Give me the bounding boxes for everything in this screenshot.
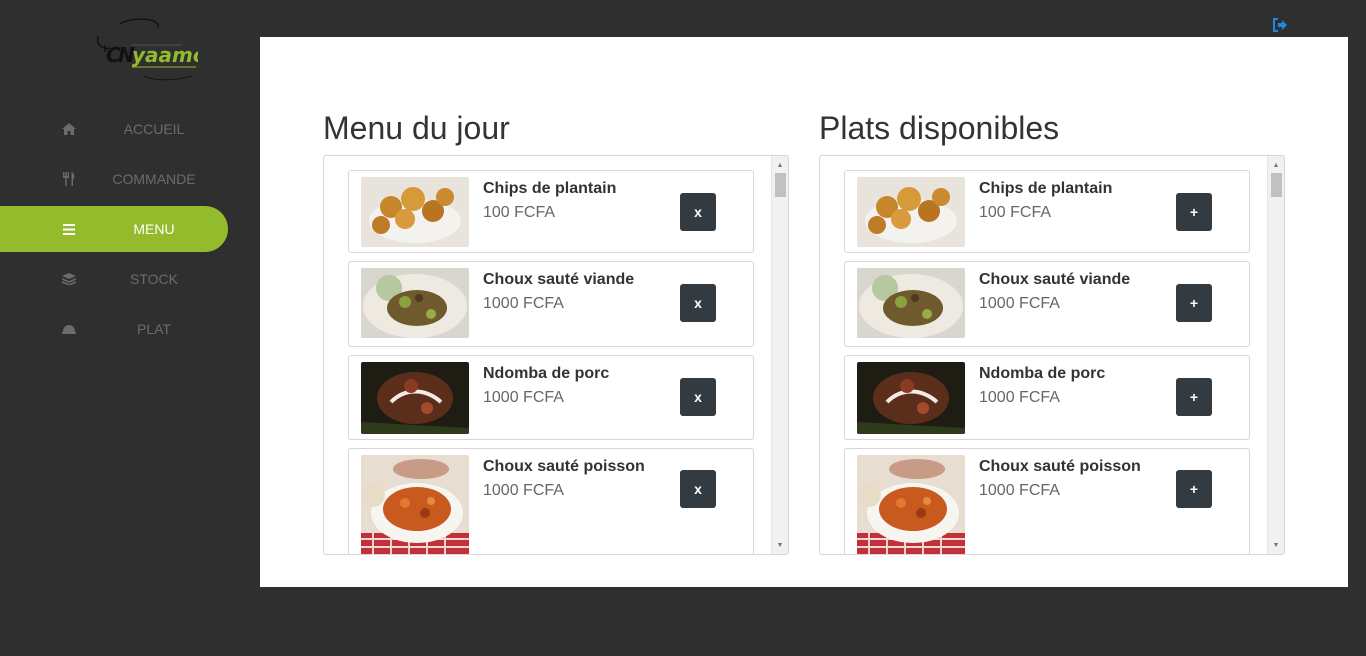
sidebar-item-plat[interactable]: PLAT xyxy=(0,306,228,352)
menu-du-jour-list-box[interactable]: Chips de plantain 100 FCFA x Choux sauté… xyxy=(323,155,789,555)
scroll-down-arrow-icon[interactable]: ▼ xyxy=(772,538,788,552)
dish-price: 1000 FCFA xyxy=(483,295,564,312)
section-title: Menu du jour xyxy=(323,110,510,146)
plats-disponibles-section: Plats disponibles Chips de plantain 100 … xyxy=(819,109,1285,555)
sidebar-item-stock[interactable]: STOCK xyxy=(0,256,228,302)
section-title: Plats disponibles xyxy=(819,110,1060,146)
dish-price: 1000 FCFA xyxy=(979,295,1060,312)
remove-dish-button[interactable]: x xyxy=(680,193,716,231)
dish-price: 1000 FCFA xyxy=(483,389,564,406)
sidebar-item-accueil[interactable]: ACCUEIL xyxy=(0,106,228,152)
menu-du-jour-list: Chips de plantain 100 FCFA x Choux sauté… xyxy=(348,170,754,554)
list-item: Chips de plantain 100 FCFA x xyxy=(348,170,754,253)
scroll-thumb[interactable] xyxy=(1271,173,1282,197)
dish-name: Choux sauté poisson xyxy=(979,458,1141,475)
dish-name: Ndomba de porc xyxy=(483,365,610,382)
dish-image xyxy=(361,455,469,554)
sidebar-item-label: PLAT xyxy=(137,321,171,337)
nyaamo-logo[interactable]: ' C N yaamo xyxy=(92,18,198,88)
dish-image xyxy=(857,177,965,247)
sidebar-item-label: MENU xyxy=(133,221,175,237)
remove-dish-button[interactable]: x xyxy=(680,284,716,322)
add-dish-button[interactable]: + xyxy=(1176,378,1212,416)
list-item: Choux sauté viande 1000 FCFA + xyxy=(844,261,1250,347)
remove-dish-button[interactable]: x xyxy=(680,470,716,508)
cloche-icon xyxy=(62,322,76,336)
list-item: Chips de plantain 100 FCFA + xyxy=(844,170,1250,253)
dish-image xyxy=(857,268,965,338)
scrollbar[interactable]: ▲ ▼ xyxy=(1267,156,1284,554)
dish-price: 1000 FCFA xyxy=(979,482,1060,499)
sidebar-item-commande[interactable]: COMMANDE xyxy=(0,156,228,202)
list-item: Choux sauté poisson 1000 FCFA x xyxy=(348,448,754,554)
add-dish-button[interactable]: + xyxy=(1176,284,1212,322)
add-dish-button[interactable]: + xyxy=(1176,470,1212,508)
dish-image xyxy=(857,455,965,554)
dish-image xyxy=(361,362,469,434)
scroll-up-arrow-icon[interactable]: ▲ xyxy=(772,158,788,172)
dish-image xyxy=(361,268,469,338)
home-icon xyxy=(62,122,76,136)
list-item: Ndomba de porc 1000 FCFA x xyxy=(348,355,754,440)
dish-image xyxy=(857,362,965,434)
scroll-down-arrow-icon[interactable]: ▼ xyxy=(1268,538,1284,552)
dish-name: Choux sauté poisson xyxy=(483,458,645,475)
cutlery-icon xyxy=(62,172,76,186)
sidebar-item-label: STOCK xyxy=(130,271,178,287)
dish-name: Chips de plantain xyxy=(979,180,1113,197)
remove-dish-button[interactable]: x xyxy=(680,378,716,416)
dish-price: 1000 FCFA xyxy=(979,389,1060,406)
layers-icon xyxy=(62,272,76,286)
sidebar-item-label: ACCUEIL xyxy=(123,121,185,137)
plats-disponibles-list-box[interactable]: Chips de plantain 100 FCFA + Choux sauté… xyxy=(819,155,1285,555)
list-item: Ndomba de porc 1000 FCFA + xyxy=(844,355,1250,440)
list-item: Choux sauté poisson 1000 FCFA + xyxy=(844,448,1250,554)
sidebar-item-label: COMMANDE xyxy=(112,171,196,187)
dish-name: Choux sauté viande xyxy=(979,271,1131,288)
sidebar: ' C N yaamo ACCUEIL COMMANDE MENU xyxy=(0,0,240,656)
dish-price: 1000 FCFA xyxy=(483,482,564,499)
add-dish-button[interactable]: + xyxy=(1176,193,1212,231)
dish-name: Choux sauté viande xyxy=(483,271,635,288)
sidebar-item-menu[interactable]: MENU xyxy=(0,206,228,252)
list-item: Choux sauté viande 1000 FCFA x xyxy=(348,261,754,347)
scrollbar[interactable]: ▲ ▼ xyxy=(771,156,788,554)
svg-text:yaamo: yaamo xyxy=(132,43,198,67)
dish-price: 100 FCFA xyxy=(483,204,556,221)
main-panel: Menu du jour Chips de plantain 100 FCFA … xyxy=(260,37,1348,587)
scroll-up-arrow-icon[interactable]: ▲ xyxy=(1268,158,1284,172)
menu-du-jour-section: Menu du jour Chips de plantain 100 FCFA … xyxy=(323,109,789,555)
scroll-thumb[interactable] xyxy=(775,173,786,197)
list-icon xyxy=(62,222,76,236)
sidebar-nav: ACCUEIL COMMANDE MENU STOCK PLAT xyxy=(0,106,228,356)
plats-disponibles-list: Chips de plantain 100 FCFA + Choux sauté… xyxy=(844,170,1250,554)
dish-name: Chips de plantain xyxy=(483,180,617,197)
dish-image xyxy=(361,177,469,247)
dish-name: Ndomba de porc xyxy=(979,365,1106,382)
sign-out-icon[interactable] xyxy=(1272,17,1288,33)
dish-price: 100 FCFA xyxy=(979,204,1052,221)
